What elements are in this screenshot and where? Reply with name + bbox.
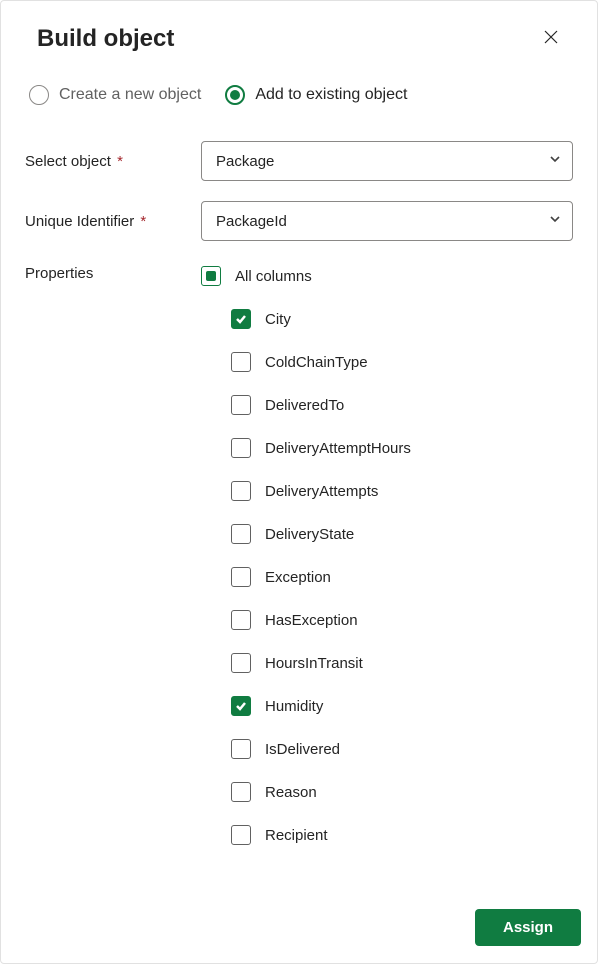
checkbox-column[interactable]: Humidity: [231, 691, 573, 721]
select-object-row: Select object * Package: [25, 141, 573, 181]
properties-label: Properties: [25, 261, 201, 282]
checkbox-label: Recipient: [265, 827, 328, 844]
checkbox-column[interactable]: DeliveryAttempts: [231, 476, 573, 506]
checkbox-column[interactable]: IsDelivered: [231, 734, 573, 764]
checkbox-column[interactable]: City: [231, 304, 573, 334]
checkbox-column[interactable]: DeliveryState: [231, 519, 573, 549]
checkbox-column[interactable]: DeliveryAttemptHours: [231, 433, 573, 463]
checkbox-label: DeliveredTo: [265, 397, 344, 414]
radio-label: Create a new object: [59, 86, 201, 104]
checkbox-label: All columns: [235, 268, 312, 285]
dialog-title: Build object: [37, 25, 174, 53]
checkbox-label: ColdChainType: [265, 354, 368, 371]
radio-label: Add to existing object: [255, 86, 407, 104]
mode-radio-create[interactable]: Create a new object: [29, 85, 201, 105]
dialog-footer: Assign: [1, 891, 597, 963]
unique-identifier-dropdown[interactable]: PackageId: [201, 201, 573, 241]
checkbox-unchecked-icon: [231, 352, 251, 372]
checkbox-unchecked-icon: [231, 653, 251, 673]
checkbox-label: HoursInTransit: [265, 655, 363, 672]
checkbox-checked-icon: [231, 309, 251, 329]
checkbox-unchecked-icon: [231, 438, 251, 458]
checkbox-label: IsDelivered: [265, 741, 340, 758]
select-object-field: Package: [201, 141, 573, 181]
radio-icon: [225, 85, 245, 105]
checkbox-checked-icon: [231, 696, 251, 716]
checkbox-unchecked-icon: [231, 524, 251, 544]
unique-identifier-field: PackageId: [201, 201, 573, 241]
checkbox-unchecked-icon: [231, 395, 251, 415]
checkbox-column[interactable]: HoursInTransit: [231, 648, 573, 678]
properties-block: Properties All columns City ColdChainType D…: [25, 261, 573, 863]
mode-radio-group: Create a new object Add to existing objec…: [25, 85, 573, 105]
checkbox-column[interactable]: Reason: [231, 777, 573, 807]
checkbox-column[interactable]: DeliveredTo: [231, 390, 573, 420]
checkbox-label: Humidity: [265, 698, 323, 715]
select-object-dropdown[interactable]: Package: [201, 141, 573, 181]
unique-identifier-label: Unique Identifier *: [25, 213, 201, 230]
dialog-header: Build object: [1, 1, 597, 65]
checkbox-unchecked-icon: [231, 782, 251, 802]
checkbox-unchecked-icon: [231, 739, 251, 759]
checkbox-column[interactable]: HasException: [231, 605, 573, 635]
checkbox-column[interactable]: Exception: [231, 562, 573, 592]
checkbox-indeterminate-icon: [201, 266, 221, 286]
mode-radio-add[interactable]: Add to existing object: [225, 85, 407, 105]
build-object-dialog: Build object Create a new object Add to e…: [0, 0, 598, 964]
checkbox-unchecked-icon: [231, 567, 251, 587]
select-object-label: Select object *: [25, 153, 201, 170]
checkbox-label: Reason: [265, 784, 317, 801]
checkbox-label: DeliveryAttempts: [265, 483, 378, 500]
checkbox-label: DeliveryState: [265, 526, 354, 543]
checkbox-label: City: [265, 311, 291, 328]
checkbox-column[interactable]: Recipient: [231, 820, 573, 850]
checkbox-label: Exception: [265, 569, 331, 586]
properties-list: All columns City ColdChainType DeliveredTo D…: [201, 261, 573, 863]
close-button[interactable]: [535, 23, 567, 55]
unique-identifier-row: Unique Identifier * PackageId: [25, 201, 573, 241]
checkbox-label: DeliveryAttemptHours: [265, 440, 411, 457]
checkbox-unchecked-icon: [231, 481, 251, 501]
checkbox-all-columns[interactable]: All columns: [201, 261, 573, 291]
required-asterisk: *: [117, 153, 123, 170]
checkbox-unchecked-icon: [231, 610, 251, 630]
dialog-body-scroll[interactable]: Create a new object Add to existing objec…: [1, 65, 597, 891]
assign-button[interactable]: Assign: [475, 909, 581, 946]
required-asterisk: *: [140, 213, 146, 230]
checkbox-unchecked-icon: [231, 825, 251, 845]
radio-icon: [29, 85, 49, 105]
checkbox-label: HasException: [265, 612, 358, 629]
checkbox-column[interactable]: ColdChainType: [231, 347, 573, 377]
close-icon: [543, 28, 559, 51]
